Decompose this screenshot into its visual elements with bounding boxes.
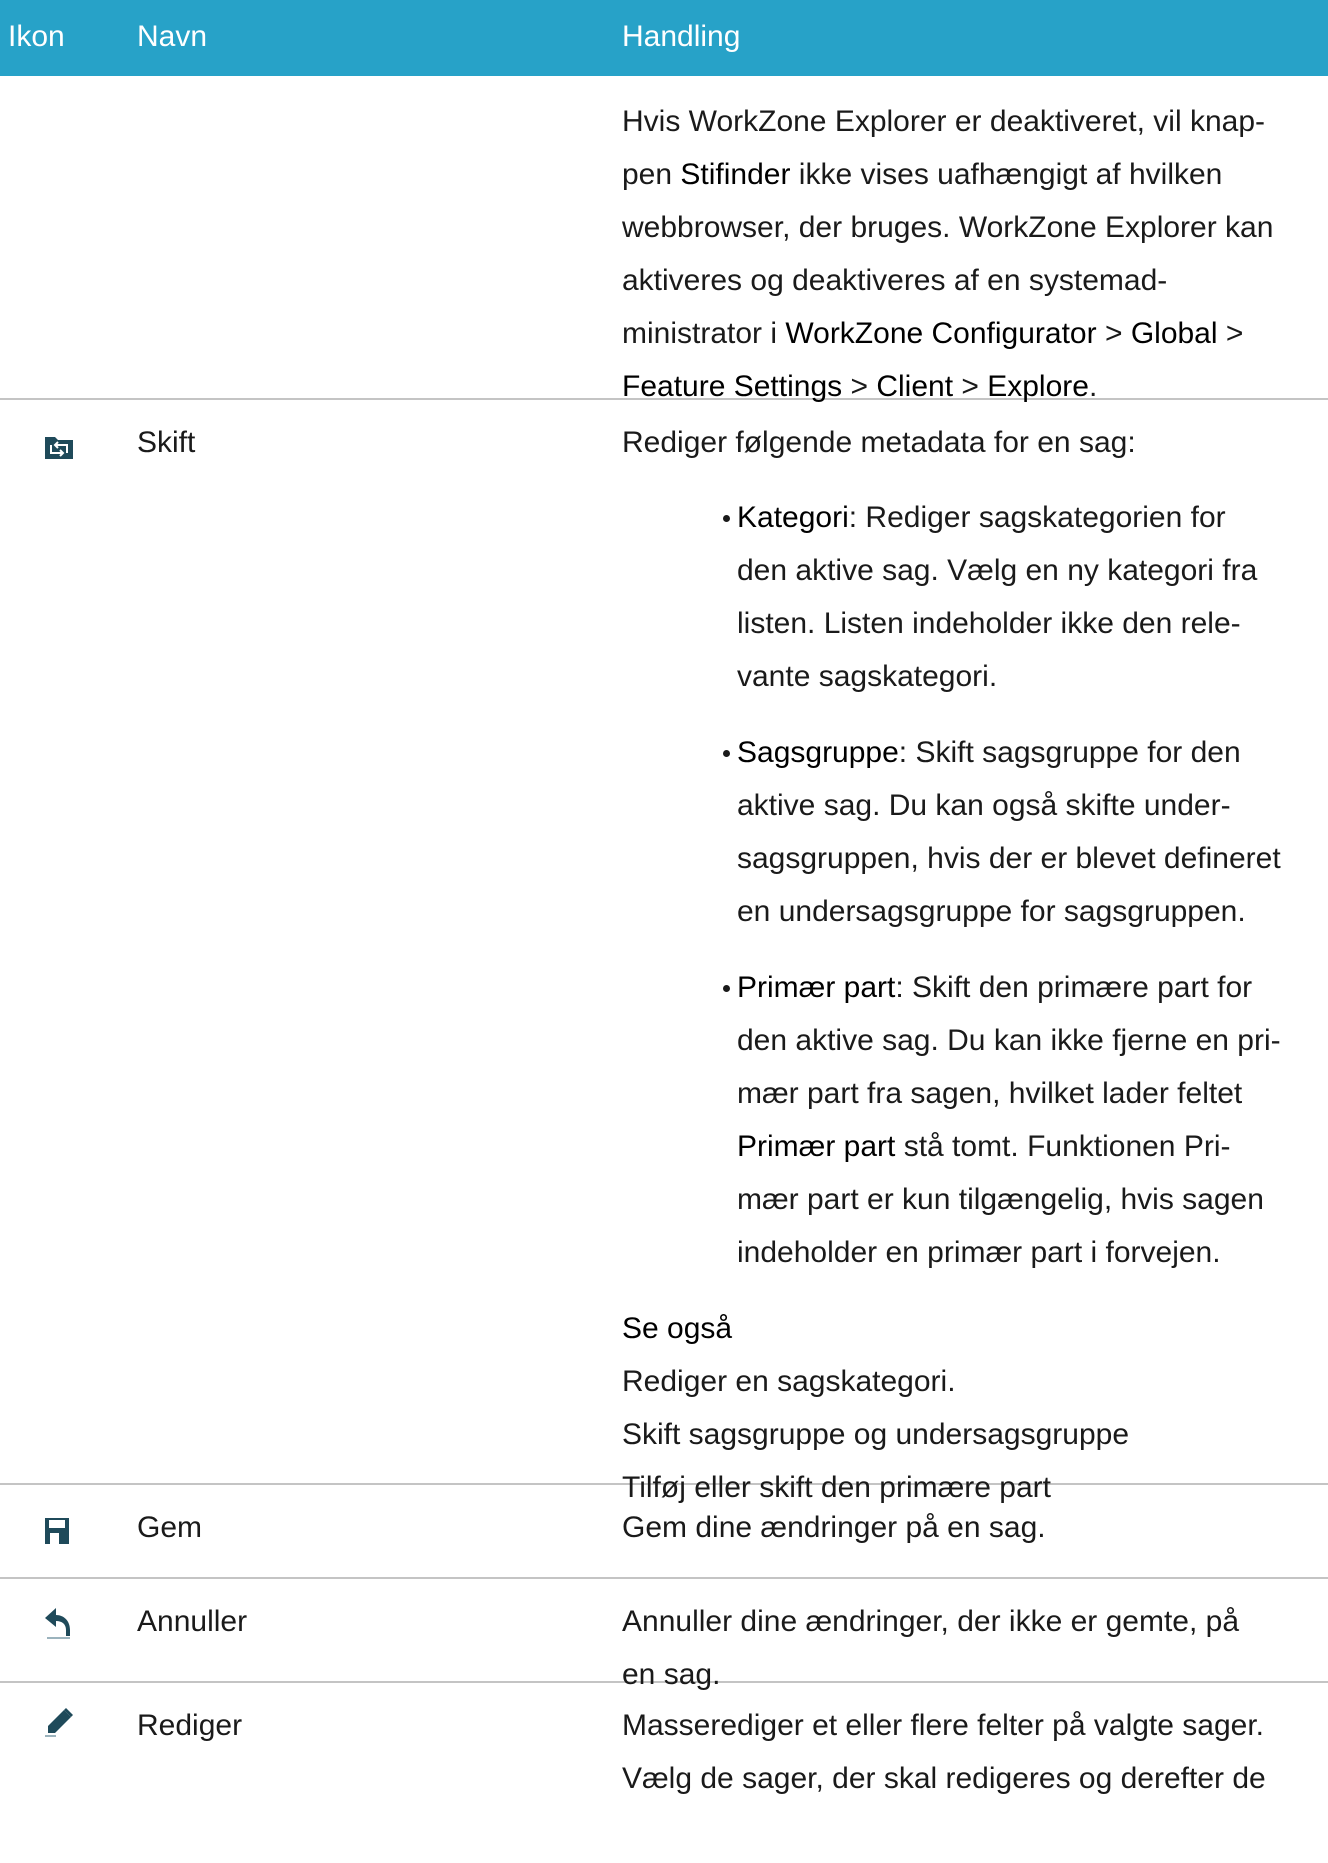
text-line: Gem dine ændringer på en sag. — [622, 1511, 1046, 1544]
workzone-configurator-link: WorkZone Configurator — [785, 317, 1097, 350]
primaer-part-field: Primær part — [737, 1130, 896, 1163]
list-item: Sagsgruppe: Skift sagsgruppe for den akt… — [723, 726, 1322, 938]
metadata-list: Kategori: Rediger sagskategorien for den… — [622, 491, 1322, 1279]
table-row-explorer-note: Hvis WorkZone Explorer er deaktiveret, v… — [0, 76, 1328, 403]
see-also-link-kategori[interactable]: Rediger en sagskategori. — [622, 1355, 1322, 1408]
text-line: Hvis WorkZone Explorer er deaktiveret, v… — [622, 105, 1266, 138]
row-action-rediger: Masserediger et eller flere felter på va… — [622, 1683, 1322, 1805]
header-ikon: Ikon — [8, 20, 65, 53]
stifinder-term: Stifinder — [680, 158, 791, 191]
save-icon[interactable] — [44, 1509, 70, 1562]
table-row-annuller: Annuller Annuller dine ændringer, der ik… — [0, 1579, 1328, 1691]
row-name-skift: Skift — [137, 426, 196, 459]
row-action-text: Hvis WorkZone Explorer er deaktiveret, v… — [622, 76, 1322, 413]
header-handling: Handling — [622, 20, 741, 53]
text-line: aktiveres og deaktiveres af en systemad- — [622, 264, 1168, 297]
text-line: webbrowser, der bruges. WorkZone Explore… — [622, 211, 1274, 244]
kategori-term: Kategori — [737, 501, 849, 534]
global-link: Global — [1130, 317, 1218, 350]
explore-term: Explore — [987, 370, 1089, 403]
text-line: ministrator i WorkZone Configurator > Gl… — [622, 317, 1244, 350]
table-header: Ikon Navn Handling — [0, 0, 1328, 76]
header-navn: Navn — [137, 20, 208, 53]
row-name-annuller: Annuller — [137, 1605, 248, 1638]
text-line: Rediger følgende metadata for en sag: — [622, 426, 1136, 459]
undo-icon[interactable] — [44, 1604, 72, 1657]
table-row-rediger: Rediger Masserediger et eller flere felt… — [0, 1683, 1328, 1863]
sagsgruppe-term: Sagsgruppe — [737, 736, 899, 769]
list-item: Primær part: Skift den primære part for … — [723, 961, 1322, 1279]
client-term: Client — [876, 370, 954, 403]
row-name-gem: Gem — [137, 1511, 203, 1544]
table-row-skift: Skift Rediger følgende metadata for en s… — [0, 400, 1328, 1504]
text-line: Vælg de sager, der skal redigeres og der… — [622, 1762, 1266, 1795]
edit-pencil-icon[interactable] — [44, 1703, 74, 1756]
text-line: pen Stifinder ikke vises uafhængigt af h… — [622, 158, 1223, 191]
switch-folder-icon[interactable] — [44, 424, 74, 477]
table-row-gem: Gem Gem dine ændringer på en sag. — [0, 1485, 1328, 1579]
text-line: Annuller dine ændringer, der ikke er gem… — [622, 1605, 1240, 1638]
primaer-part-term: Primær part — [737, 971, 896, 1004]
commands-table: Ikon Navn Handling Hvis WorkZone Explore… — [0, 0, 1328, 1863]
feature-settings-term: Feature Settings — [622, 370, 843, 403]
row-action-gem: Gem dine ændringer på en sag. — [622, 1485, 1322, 1554]
row-name-rediger: Rediger — [137, 1709, 243, 1742]
see-also-title: Se også — [622, 1312, 733, 1345]
text-line: Masserediger et eller flere felter på va… — [622, 1709, 1264, 1742]
list-item: Kategori: Rediger sagskategorien for den… — [723, 491, 1322, 703]
row-action-skift: Rediger følgende metadata for en sag: Ka… — [622, 400, 1322, 1514]
see-also-link-sagsgruppe[interactable]: Skift sagsgruppe og undersagsgruppe — [622, 1408, 1322, 1461]
